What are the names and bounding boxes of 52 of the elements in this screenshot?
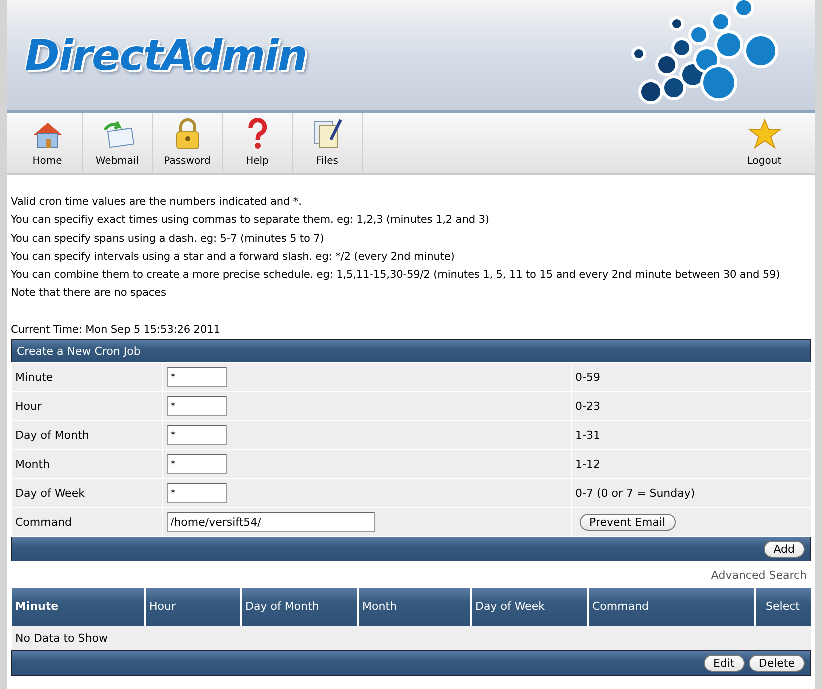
current-time-text: Current Time: Mon Sep 5 15:53:26 2011 <box>11 322 222 338</box>
column-header[interactable]: Day of Month <box>240 588 358 626</box>
range-hint: 1-31 <box>576 428 600 442</box>
toolbar-label: Webmail <box>96 156 140 167</box>
column-header[interactable]: Day of Week <box>470 588 588 626</box>
toolbar-button[interactable]: Home <box>13 113 83 173</box>
toolbar-button[interactable]: Files <box>293 113 363 173</box>
column-header[interactable]: Select <box>754 588 810 626</box>
toolbar-button[interactable]: Help <box>223 113 293 173</box>
help-text: Note that there are no spaces <box>11 286 168 302</box>
text-input[interactable]: * <box>166 396 226 416</box>
column-header[interactable]: Month <box>358 588 470 626</box>
range-hint: 0-59 <box>576 370 600 384</box>
range-hint: 0-7 (0 or 7 = Sunday) <box>576 486 696 500</box>
field-label: Day of Week <box>12 478 162 508</box>
help-text: Valid cron time values are the numbers indicated and *. <box>11 195 303 210</box>
text-input[interactable]: * <box>166 483 226 504</box>
logo-text: DirectAdmin <box>25 30 307 80</box>
toolbar-label: Files <box>316 156 338 167</box>
field-label: Command <box>12 508 162 537</box>
column-header[interactable]: Command <box>588 588 754 626</box>
range-hint: 1-12 <box>576 458 600 471</box>
toolbar-label: Logout <box>747 156 782 167</box>
field-label: Minute <box>12 362 162 392</box>
field-label: Hour <box>12 392 162 421</box>
toolbar-label: Password <box>164 156 211 167</box>
table-action-button[interactable]: Edit <box>704 654 745 672</box>
column-header[interactable]: Hour <box>144 588 240 626</box>
text-input[interactable]: * <box>166 425 226 446</box>
text-input[interactable]: * <box>166 367 226 388</box>
range-hint: 0-23 <box>576 400 600 413</box>
toolbar-button[interactable]: Password <box>153 113 223 173</box>
table-action-button[interactable]: Delete <box>748 654 805 672</box>
toolbar-button[interactable]: Webmail <box>83 113 153 173</box>
field-label: Month <box>12 450 162 479</box>
advanced-search-link[interactable]: Advanced Search <box>711 569 807 582</box>
prevent-email-button[interactable]: Prevent Email <box>580 514 676 531</box>
help-text: You can specifiy exact times using commas to separate them. eg: 1,2,3 (minutes 1,2 and 3) <box>11 213 490 228</box>
text-input[interactable]: * <box>166 454 226 474</box>
add-button[interactable]: Add <box>764 540 805 558</box>
star-icon <box>748 118 782 150</box>
field-label: Day of Month <box>12 420 162 450</box>
help-text: You can specify spans using a dash. eg: 5-7 (minutes 5 to 7) <box>11 232 326 247</box>
toolbar-label: Home <box>32 156 62 167</box>
help-text: You can combine them to create a more precise schedule. eg: 1,5,11-15,30-59/2 (minutes 1, 5, 11 to 15 and every 2nd minute between 30 and 59) <box>11 268 782 284</box>
form-title-bar: Create a New Cron Job <box>12 340 810 363</box>
empty-message: No Data to Show <box>12 626 810 651</box>
help-text: You can specify intervals using a star and a forward slash. eg: */2 (every 2nd minute) <box>11 250 456 265</box>
column-header[interactable]: Minute <box>12 588 144 626</box>
logout-button[interactable]: Logout <box>730 113 799 173</box>
text-input[interactable]: /home/versift54/ <box>166 512 374 532</box>
toolbar-label: Help <box>246 156 269 167</box>
